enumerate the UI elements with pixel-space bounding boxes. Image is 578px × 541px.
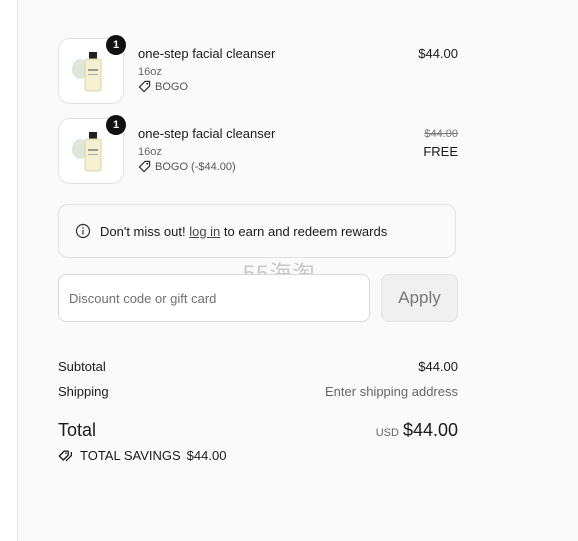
- shipping-value: Enter shipping address: [325, 384, 458, 399]
- tags-icon: [58, 449, 72, 461]
- tag-icon: [138, 80, 151, 93]
- subtotal-label: Subtotal: [58, 359, 106, 374]
- original-price: $44.00: [424, 128, 458, 140]
- total-savings: TOTAL SAVINGS $44.00: [58, 448, 226, 463]
- total-amount: USD $44.00: [376, 420, 458, 441]
- currency-code: USD: [375, 427, 399, 439]
- apply-button[interactable]: Apply: [381, 274, 458, 322]
- cleanser-bottle-icon: [72, 132, 102, 172]
- rewards-text: Don't miss out! log in to earn and redee…: [100, 224, 387, 239]
- discount-label: BOGO (-$44.00): [155, 160, 236, 173]
- savings-label: TOTAL SAVINGS: [80, 448, 181, 463]
- item-price: $44.00: [418, 46, 458, 61]
- quantity-badge: 1: [106, 115, 126, 135]
- quantity-badge: 1: [106, 35, 126, 55]
- final-price: FREE: [423, 144, 458, 159]
- discount-code-input[interactable]: [58, 274, 370, 322]
- rewards-prefix: Don't miss out!: [100, 223, 186, 239]
- discount-tag: BOGO: [138, 80, 188, 93]
- discount-label: BOGO: [155, 80, 189, 93]
- tag-icon: [138, 160, 151, 173]
- discount-tag: BOGO (-$44.00): [138, 160, 236, 173]
- line-item: 1 one-step facial cleanser 16oz BOGO $44…: [58, 35, 458, 104]
- rewards-notice: Don't miss out! log in to earn and redee…: [58, 204, 456, 258]
- total-label: Total: [58, 420, 97, 440]
- savings-value: $44.00: [186, 448, 227, 463]
- line-item: 1 one-step facial cleanser 16oz BOGO (-$…: [58, 115, 458, 184]
- cleanser-bottle-icon: [72, 52, 102, 92]
- rewards-suffix: to earn and redeem rewards: [223, 223, 388, 239]
- login-link[interactable]: log in: [189, 224, 220, 239]
- total-value: $44.00: [402, 420, 458, 440]
- product-name: one-step facial cleanser: [138, 126, 276, 141]
- info-icon: [75, 223, 91, 239]
- product-size: 16oz: [138, 146, 162, 158]
- product-size: 16oz: [138, 66, 162, 78]
- product-name: one-step facial cleanser: [138, 46, 276, 61]
- shipping-label: Shipping: [58, 384, 109, 399]
- subtotal-value: $44.00: [418, 359, 458, 374]
